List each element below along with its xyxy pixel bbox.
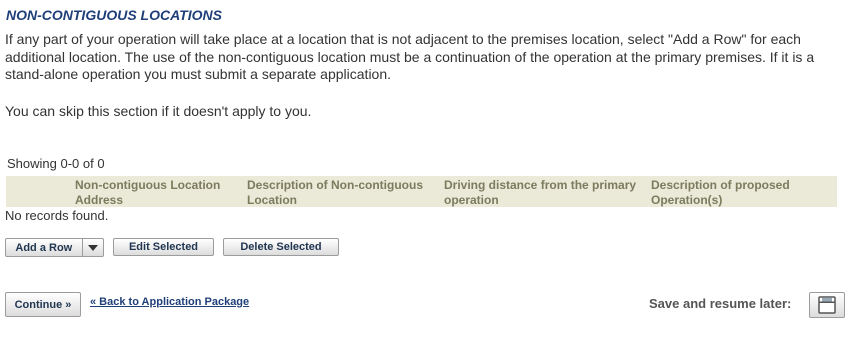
- add-row-dropdown-toggle[interactable]: [81, 239, 103, 256]
- intro-text: If any part of your operation will take …: [5, 31, 815, 82]
- save-resume-button[interactable]: [809, 292, 845, 318]
- section-title: NON-CONTIGUOUS LOCATIONS: [6, 7, 222, 23]
- empty-table-message: No records found.: [5, 208, 109, 223]
- column-header-proposed-operations[interactable]: Description of proposed Operation(s): [651, 178, 790, 208]
- column-header-description[interactable]: Description of Non-contiguous Location: [247, 178, 423, 208]
- save-resume-label: Save and resume later:: [649, 296, 792, 311]
- delete-selected-button[interactable]: Delete Selected: [223, 238, 339, 256]
- floppy-disk-icon: [818, 296, 836, 314]
- column-header-address[interactable]: Non-contiguous Location Address: [75, 178, 220, 208]
- column-header-driving-distance[interactable]: Driving distance from the primary operat…: [444, 178, 636, 208]
- edit-selected-button[interactable]: Edit Selected: [113, 238, 214, 256]
- continue-button[interactable]: Continue »: [5, 292, 81, 317]
- add-row-split-button: Add a Row: [5, 238, 104, 257]
- back-to-application-package-link[interactable]: « Back to Application Package: [90, 296, 249, 308]
- triangle-down-icon: [87, 244, 98, 251]
- add-row-button[interactable]: Add a Row: [6, 239, 82, 256]
- records-count: Showing 0-0 of 0: [7, 156, 105, 171]
- skip-note: You can skip this section if it doesn't …: [5, 103, 312, 119]
- table-header: Non-contiguous Location Address Descript…: [6, 176, 837, 207]
